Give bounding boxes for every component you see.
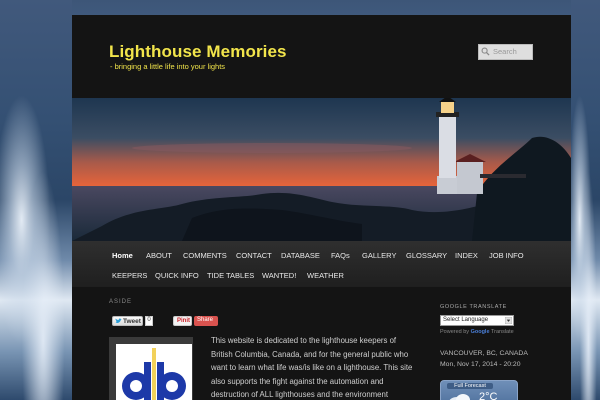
nav-item-weather[interactable]: WEATHER [307, 271, 344, 280]
post-logo-image: db [109, 337, 193, 400]
header-banner-image [72, 98, 571, 241]
site-description: - bringing a little life into your light… [110, 62, 226, 71]
powered-by-prefix: Powered by [440, 329, 470, 335]
nav-item-glossary[interactable]: GLOSSARY [406, 251, 447, 260]
nav-item-contact[interactable]: CONTACT [236, 251, 272, 260]
db-logo-icon: db [122, 348, 186, 400]
weather-datetime: Mon, Nov 17, 2014 - 20:20 [440, 361, 521, 368]
search-placeholder: Search [493, 47, 517, 56]
content-area: ASIDE Tweet 0 Pinit Share db [72, 287, 571, 400]
background-sea-left [0, 0, 72, 400]
tweet-button[interactable]: Tweet [112, 316, 143, 326]
nav-item-database[interactable]: DATABASE [281, 251, 320, 260]
powered-by-google-translate[interactable]: Powered by Google Translate [440, 329, 514, 335]
tweet-label: Tweet [123, 318, 141, 325]
post-format-label: ASIDE [109, 299, 133, 305]
nav-item-quick-info[interactable]: QUICK INFO [155, 271, 199, 280]
powered-by-suffix: Translate [490, 329, 514, 335]
weather-widget[interactable]: Full Forecast 2°C [440, 380, 518, 400]
nav-item-faqs[interactable]: FAQs [331, 251, 350, 260]
search-icon [481, 47, 490, 56]
site-title[interactable]: Lighthouse Memories [109, 42, 287, 62]
google-translate-heading: GOOGLE TRANSLATE [440, 304, 507, 310]
page-container: Lighthouse Memories - bringing a little … [72, 15, 571, 400]
nav-item-tide-tables[interactable]: TIDE TABLES [207, 271, 254, 280]
chevron-down-icon [505, 317, 512, 324]
nav-item-keepers[interactable]: KEEPERS [112, 271, 147, 280]
weather-temperature: 2°C [479, 391, 498, 400]
share-button[interactable]: Share [194, 316, 218, 326]
weather-location: VANCOUVER, BC, CANADA [440, 350, 528, 357]
language-select-value: Select Language [443, 317, 489, 323]
cloud-icon [449, 394, 470, 400]
language-select[interactable]: Select Language [440, 315, 514, 326]
nav-item-index[interactable]: INDEX [455, 251, 478, 260]
nav-item-about[interactable]: ABOUT [146, 251, 172, 260]
site-header: Lighthouse Memories - bringing a little … [72, 15, 571, 98]
nav-item-job-info[interactable]: JOB INFO [489, 251, 524, 260]
tweet-count: 0 [145, 316, 153, 326]
search-input[interactable]: Search [478, 44, 533, 60]
nav-item-gallery[interactable]: GALLERY [362, 251, 396, 260]
nav-item-comments[interactable]: COMMENTS [183, 251, 227, 260]
pinit-button[interactable]: Pinit [173, 316, 192, 326]
google-brand: Google [470, 329, 490, 335]
background-sea-right [571, 0, 600, 400]
weather-widget-title: Full Forecast [447, 383, 493, 389]
twitter-bird-icon [115, 318, 122, 324]
main-nav: Home ABOUT COMMENTS CONTACT DATABASE FAQ… [72, 241, 571, 287]
post-intro-text: This website is dedicated to the lightho… [211, 336, 413, 399]
nav-item-wanted[interactable]: WANTED! [262, 271, 296, 280]
nav-item-home[interactable]: Home [112, 251, 133, 260]
